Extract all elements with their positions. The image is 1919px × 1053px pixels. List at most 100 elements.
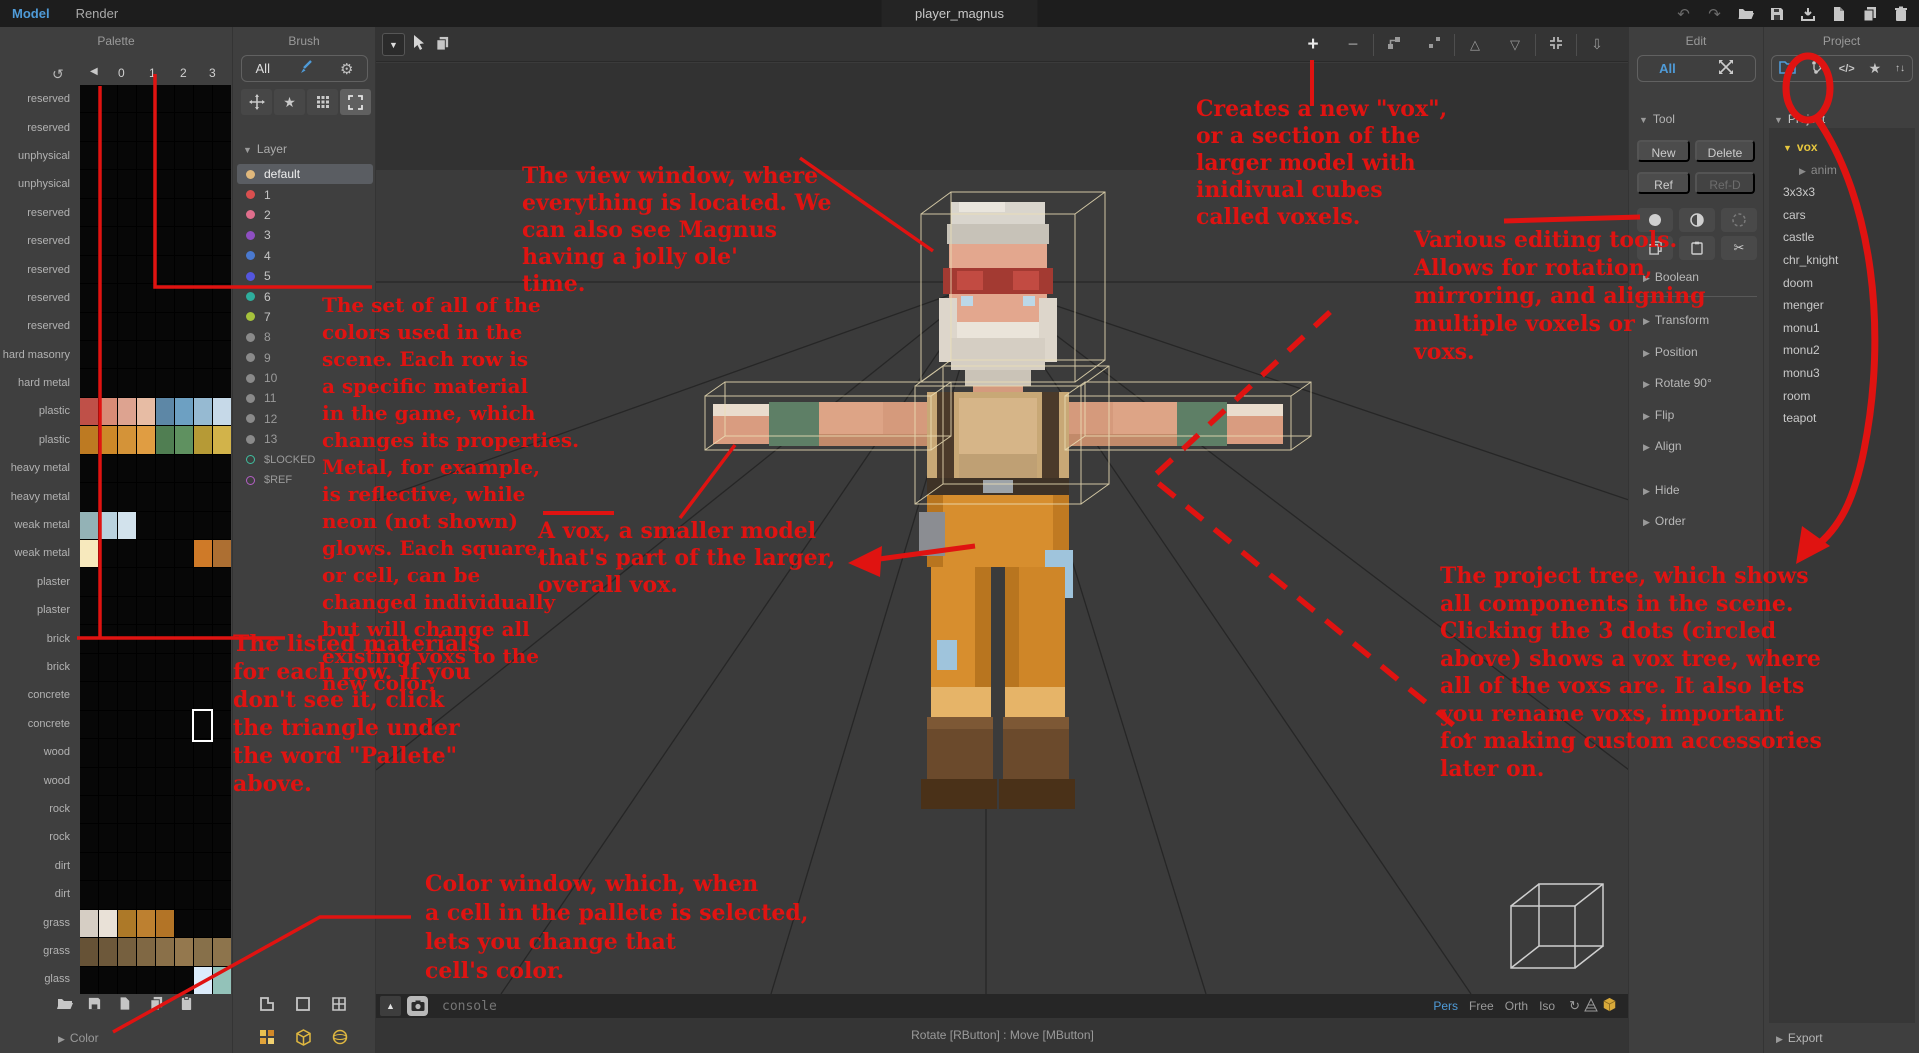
brush-icon[interactable] — [297, 59, 313, 78]
palette-cell[interactable] — [194, 227, 212, 255]
palette-cell[interactable] — [80, 938, 98, 966]
circle-filled-icon[interactable] — [1637, 208, 1673, 232]
palette-cell[interactable] — [175, 369, 193, 397]
palette-cell[interactable] — [99, 767, 117, 795]
palette-cell[interactable] — [194, 284, 212, 312]
palette-cell[interactable] — [137, 540, 155, 568]
project-item-3x3x3[interactable]: 3x3x3 — [1769, 181, 1915, 204]
project-item-monu1[interactable]: monu1 — [1769, 317, 1915, 340]
export-section-toggle[interactable]: ▶ Export — [1776, 1031, 1823, 1045]
palette-cell[interactable] — [213, 369, 231, 397]
palette-cell[interactable] — [80, 85, 98, 113]
palette-cell[interactable] — [80, 625, 98, 653]
console-input[interactable] — [442, 996, 1434, 1016]
palette-cell[interactable] — [156, 511, 174, 539]
move-icon[interactable] — [241, 89, 272, 115]
palette-cell[interactable] — [175, 255, 193, 284]
star-icon[interactable]: ★ — [274, 89, 305, 115]
palette-cell[interactable] — [137, 938, 155, 966]
palette-cell[interactable] — [175, 767, 193, 795]
triangle-down-icon[interactable]: ▽ — [1495, 37, 1535, 53]
palette-cell[interactable] — [118, 198, 136, 227]
minus-icon[interactable]: − — [1333, 34, 1373, 55]
palette-cell[interactable] — [156, 739, 174, 767]
palette-cell[interactable] — [137, 966, 155, 994]
palette-cell[interactable] — [118, 340, 136, 369]
palette-cell[interactable] — [175, 198, 193, 227]
palette-cell[interactable] — [118, 824, 136, 852]
palette-column-1[interactable]: 1 — [149, 66, 156, 80]
palette-cell[interactable] — [137, 227, 155, 255]
palette-cell[interactable] — [137, 767, 155, 795]
palette-cell[interactable] — [137, 852, 155, 881]
palette-cell[interactable] — [175, 739, 193, 767]
view-mode-pers[interactable]: Pers — [1433, 999, 1458, 1013]
palette-cell[interactable] — [118, 454, 136, 483]
palette-cell[interactable] — [99, 682, 117, 710]
palette-cell[interactable] — [137, 454, 155, 483]
palette-cell[interactable] — [80, 340, 98, 369]
palette-cell[interactable] — [118, 966, 136, 994]
copy-icon[interactable] — [1861, 5, 1878, 22]
layer-item-3[interactable]: 3 — [237, 225, 373, 245]
palette-cell[interactable] — [137, 596, 155, 625]
palette-cell[interactable] — [156, 568, 174, 596]
palette-cell[interactable] — [156, 682, 174, 710]
palette-grid[interactable] — [80, 85, 231, 994]
palette-cell[interactable] — [99, 625, 117, 653]
palette-cell[interactable] — [213, 511, 231, 539]
tool-section-header[interactable]: ▼ Tool — [1639, 112, 1675, 126]
project-item-menger[interactable]: menger — [1769, 294, 1915, 317]
palette-cell[interactable] — [80, 881, 98, 909]
corner-icon[interactable] — [259, 996, 275, 1015]
copy-icon[interactable] — [435, 36, 450, 54]
layer-item-1[interactable]: 1 — [237, 184, 373, 204]
layer-item-5[interactable]: 5 — [237, 266, 373, 286]
square-icon[interactable] — [295, 996, 311, 1015]
palette-cell[interactable] — [99, 170, 117, 198]
palette-cell[interactable] — [175, 170, 193, 198]
palette-cell[interactable] — [99, 483, 117, 511]
palette-cell[interactable] — [194, 625, 212, 653]
palette-cell[interactable] — [137, 568, 155, 596]
palette-cell[interactable] — [213, 255, 231, 284]
palette-cell[interactable] — [118, 284, 136, 312]
palette-cell[interactable] — [213, 625, 231, 653]
palette-cell[interactable] — [99, 113, 117, 141]
palette-cell[interactable] — [80, 284, 98, 312]
palette-cell[interactable] — [156, 483, 174, 511]
detach-icon[interactable] — [1414, 35, 1454, 55]
undo-icon[interactable]: ↶ — [1675, 5, 1692, 23]
palette-cell[interactable] — [137, 170, 155, 198]
palette-cell[interactable] — [175, 682, 193, 710]
palette-cell[interactable] — [156, 710, 174, 739]
palette-cell[interactable] — [156, 852, 174, 881]
palette-cell[interactable] — [194, 881, 212, 909]
palette-cell[interactable] — [99, 653, 117, 682]
palette-cell[interactable] — [99, 141, 117, 170]
palette-cell[interactable] — [99, 198, 117, 227]
new-file-icon[interactable] — [118, 996, 136, 1014]
palette-cell[interactable] — [156, 141, 174, 170]
palette-cell[interactable] — [80, 426, 98, 454]
edit-section-boolean[interactable]: ▶ Boolean — [1643, 270, 1699, 284]
palette-cell[interactable] — [175, 312, 193, 340]
palette-cell[interactable] — [213, 312, 231, 340]
palette-cell[interactable] — [80, 483, 98, 511]
palette-cell[interactable] — [80, 596, 98, 625]
project-item-cars[interactable]: cars — [1769, 204, 1915, 227]
palette-cell[interactable] — [213, 397, 231, 426]
palette-cell[interactable] — [156, 938, 174, 966]
palette-cell[interactable] — [194, 85, 212, 113]
cube-icon[interactable] — [295, 1029, 312, 1049]
palette-cell[interactable] — [175, 625, 193, 653]
palette-cell[interactable] — [99, 227, 117, 255]
circle-half-icon[interactable] — [1679, 208, 1715, 232]
open-folder-icon[interactable] — [56, 996, 74, 1014]
layer-item-12[interactable]: 12 — [237, 409, 373, 429]
palette-cell[interactable] — [213, 966, 231, 994]
palette-cell[interactable] — [194, 824, 212, 852]
palette-cell[interactable] — [99, 938, 117, 966]
palette-cell[interactable] — [118, 795, 136, 824]
cursor-icon[interactable] — [413, 35, 427, 54]
